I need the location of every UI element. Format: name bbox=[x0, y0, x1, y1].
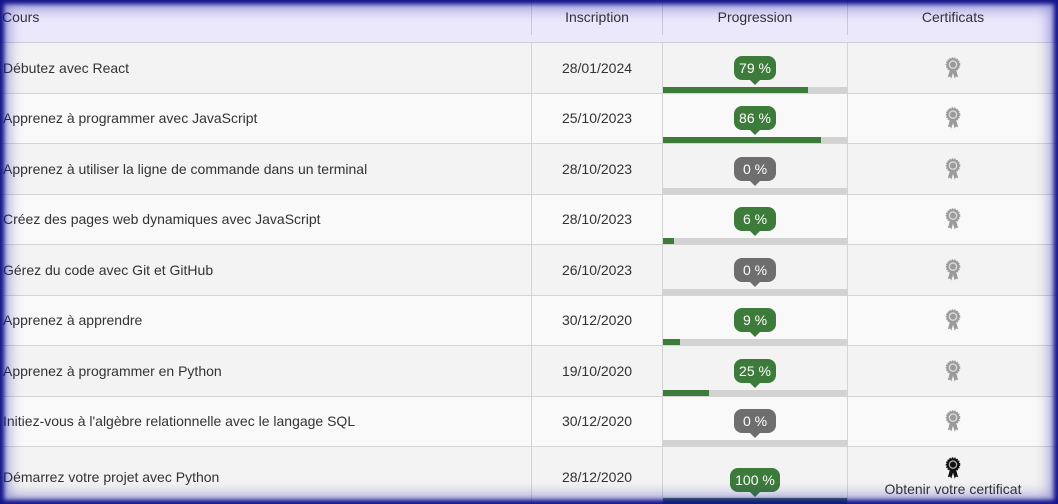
table-header: Cours Inscription Progression Certificat… bbox=[0, 0, 1058, 43]
table-row: Débutez avec React 28/01/2024 79 % bbox=[0, 43, 1058, 94]
progress-badge: 86 % bbox=[734, 106, 776, 136]
course-title[interactable]: Démarrez votre projet avec Python bbox=[0, 447, 531, 504]
table-row: Apprenez à programmer avec JavaScript 25… bbox=[0, 93, 1058, 144]
award-icon bbox=[945, 208, 961, 230]
award-icon bbox=[945, 309, 961, 331]
progress-bar bbox=[663, 288, 847, 295]
enrollment-date: 28/12/2020 bbox=[531, 447, 662, 504]
progress-bar-fill bbox=[663, 339, 680, 345]
progress-bar-fill bbox=[663, 137, 822, 143]
table-row: Apprenez à utiliser la ligne de commande… bbox=[0, 144, 1058, 195]
progress-bar-fill bbox=[663, 238, 675, 244]
progress-badge: 0 % bbox=[734, 257, 776, 287]
progress-bar bbox=[663, 137, 847, 143]
progress-bar bbox=[663, 440, 847, 446]
progress-cell: 86 % bbox=[662, 93, 847, 143]
certificate-cell: Obtenir votre certificat bbox=[847, 447, 1058, 504]
certificate-cell bbox=[847, 295, 1058, 345]
award-icon bbox=[945, 158, 961, 180]
progress-badge: 9 % bbox=[734, 308, 776, 338]
enrollment-date: 19/10/2020 bbox=[531, 346, 662, 396]
enrollment-date: 28/10/2023 bbox=[531, 194, 662, 244]
certificate-cell bbox=[847, 144, 1058, 194]
certificate-cell bbox=[847, 396, 1058, 446]
table-row: Apprenez à apprendre 30/12/2020 9 % bbox=[0, 295, 1058, 346]
certificate-cell bbox=[847, 93, 1058, 143]
progress-bar bbox=[663, 339, 847, 345]
course-title[interactable]: Créez des pages web dynamiques avec Java… bbox=[0, 195, 531, 245]
progress-cell: 0 % bbox=[662, 144, 847, 194]
progress-badge: 25 % bbox=[734, 358, 776, 388]
progress-badge: 79 % bbox=[734, 55, 776, 85]
column-header-enrollment: Inscription bbox=[531, 0, 662, 35]
progress-cell: 100 % bbox=[662, 447, 847, 504]
table-row: Apprenez à programmer en Python 19/10/20… bbox=[0, 346, 1058, 397]
award-icon bbox=[945, 360, 961, 382]
certificate-cell bbox=[847, 346, 1058, 396]
progress-cell: 79 % bbox=[662, 43, 847, 93]
progress-badge: 100 % bbox=[730, 467, 780, 497]
progress-bar bbox=[663, 187, 847, 194]
column-header-course: Cours bbox=[2, 9, 40, 25]
progress-bar bbox=[663, 498, 847, 504]
award-icon bbox=[945, 259, 961, 281]
progress-cell: 0 % bbox=[662, 245, 847, 295]
progress-bar-fill bbox=[663, 389, 709, 396]
enrollment-date: 25/10/2023 bbox=[531, 93, 662, 143]
progress-cell: 6 % bbox=[662, 194, 847, 244]
table-row: Créez des pages web dynamiques avec Java… bbox=[0, 194, 1058, 245]
progress-bar-fill bbox=[663, 86, 809, 93]
course-title[interactable]: Initiez-vous à l'algèbre relationnelle a… bbox=[0, 397, 531, 447]
get-certificate-link[interactable]: Obtenir votre certificat bbox=[885, 481, 1022, 497]
table-row: Initiez-vous à l'algèbre relationnelle a… bbox=[0, 396, 1058, 447]
progress-cell: 0 % bbox=[662, 396, 847, 446]
certificate-cell bbox=[847, 194, 1058, 244]
course-title[interactable]: Débutez avec React bbox=[0, 43, 531, 93]
course-title[interactable]: Gérez du code avec Git et GitHub bbox=[0, 245, 531, 295]
award-icon bbox=[945, 57, 961, 79]
enrollment-date: 30/12/2020 bbox=[531, 396, 662, 446]
course-title[interactable]: Apprenez à programmer avec JavaScript bbox=[0, 94, 531, 144]
progress-badge: 0 % bbox=[734, 409, 776, 439]
certificate-cell bbox=[847, 245, 1058, 295]
award-icon bbox=[945, 410, 961, 432]
progress-badge: 0 % bbox=[734, 156, 776, 186]
enrollment-date: 30/12/2020 bbox=[531, 295, 662, 345]
course-title[interactable]: Apprenez à utiliser la ligne de commande… bbox=[0, 144, 531, 194]
progress-bar bbox=[663, 389, 847, 396]
course-table: Cours Inscription Progression Certificat… bbox=[0, 0, 1058, 504]
progress-bar-fill bbox=[663, 498, 847, 504]
course-progress-page: Cours Inscription Progression Certificat… bbox=[0, 0, 1058, 504]
award-icon[interactable] bbox=[945, 457, 961, 479]
column-header-certificates: Certificats bbox=[847, 0, 1058, 35]
progress-badge: 6 % bbox=[734, 207, 776, 237]
table-row: Démarrez votre projet avec Python 28/12/… bbox=[0, 447, 1058, 504]
column-header-progress: Progression bbox=[662, 0, 847, 35]
course-title[interactable]: Apprenez à programmer en Python bbox=[0, 346, 531, 396]
progress-cell: 25 % bbox=[662, 346, 847, 396]
progress-bar bbox=[663, 86, 847, 93]
enrollment-date: 26/10/2023 bbox=[531, 245, 662, 295]
award-icon bbox=[945, 107, 961, 129]
course-title[interactable]: Apprenez à apprendre bbox=[0, 296, 531, 346]
certificate-cell bbox=[847, 43, 1058, 93]
progress-cell: 9 % bbox=[662, 295, 847, 345]
table-row: Gérez du code avec Git et GitHub 26/10/2… bbox=[0, 245, 1058, 296]
enrollment-date: 28/01/2024 bbox=[531, 43, 662, 93]
progress-bar bbox=[663, 238, 847, 244]
enrollment-date: 28/10/2023 bbox=[531, 144, 662, 194]
